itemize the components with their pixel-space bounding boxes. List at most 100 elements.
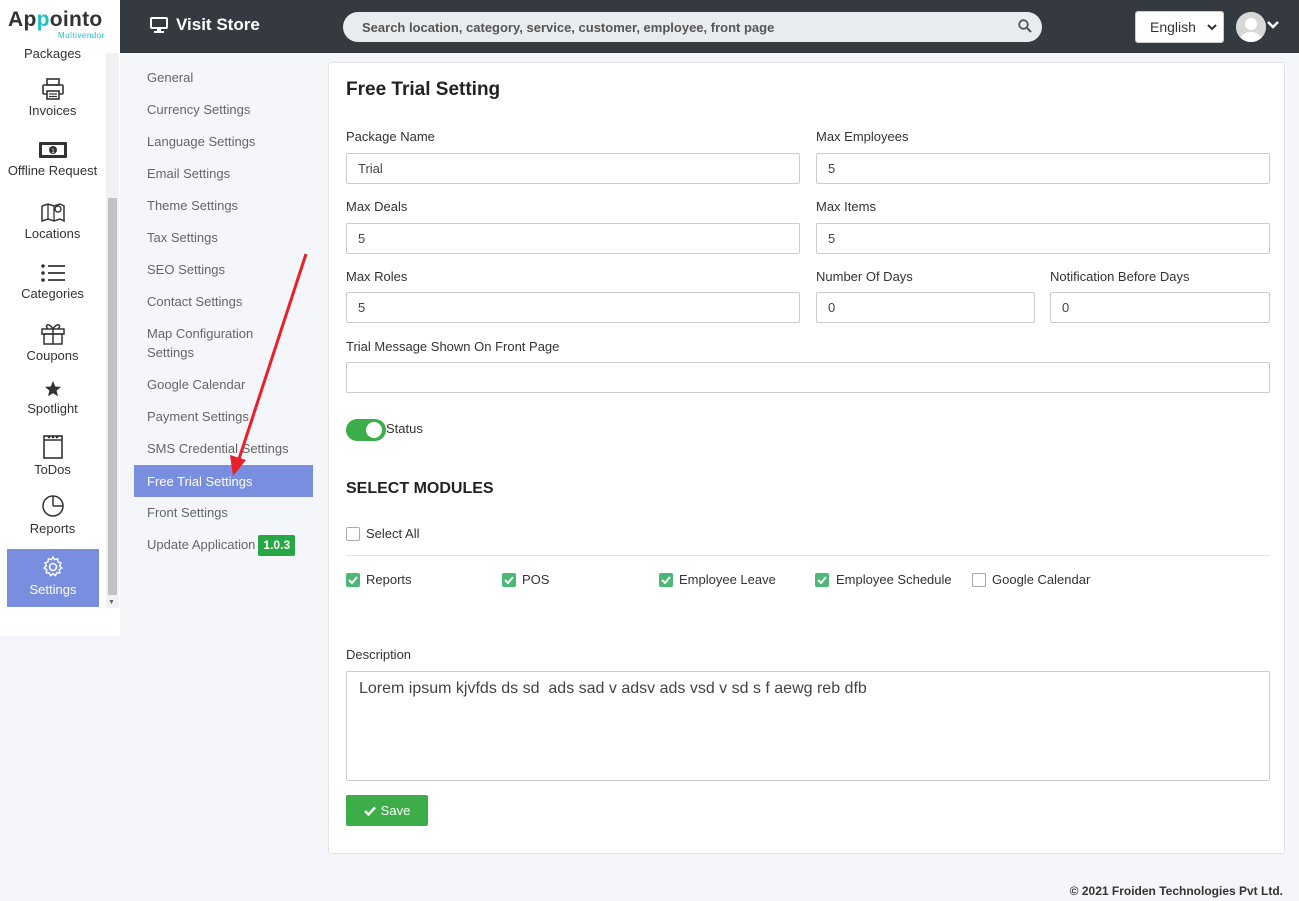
settings-menu-contact[interactable]: Contact Settings [147,292,307,311]
chevron-down-icon [1207,24,1217,31]
module-pos-checkbox[interactable] [502,573,516,587]
user-icon [1236,12,1266,42]
settings-menu-google-calendar[interactable]: Google Calendar [147,375,307,394]
language-selected: English [1150,19,1196,35]
star-icon [44,381,61,397]
max-roles-input[interactable] [346,292,800,323]
settings-menu-free-trial[interactable]: Free Trial Settings [134,465,313,497]
number-of-days-label: Number Of Days [816,269,913,284]
module-reports-checkbox[interactable] [346,573,360,587]
language-select[interactable]: English [1135,11,1224,43]
visit-store-link[interactable]: Visit Store [150,15,260,35]
monitor-icon [150,17,168,33]
module-google-calendar-label: Google Calendar [992,572,1091,587]
max-employees-input[interactable] [816,153,1270,184]
check-icon [661,576,671,585]
sidebar-item-label: Categories [21,286,84,301]
sidebar-item-reports[interactable]: Reports [0,494,105,536]
settings-menu-theme[interactable]: Theme Settings [147,196,307,215]
settings-menu-email[interactable]: Email Settings [147,164,307,183]
sidebar-item-label: Locations [24,226,81,241]
printer-icon [41,78,64,100]
max-deals-input[interactable] [346,223,800,254]
settings-menu-tax[interactable]: Tax Settings [147,228,307,247]
status-label: Status [386,421,423,436]
money-icon: 1 [38,142,67,158]
version-badge: 1.0.3 [258,535,296,556]
settings-menu-update-label: Update Application [147,537,256,552]
footer-copyright: © 2021 Froiden Technologies Pvt Ltd. [1069,884,1283,898]
select-all-checkbox[interactable] [346,527,360,541]
sidebar-item-label: Coupons [26,348,79,363]
scroll-down-arrow-icon[interactable]: ▼ [108,599,115,606]
module-reports-label: Reports [366,572,412,587]
top-navbar: Appointo Multivendor Visit Store English [0,0,1299,53]
sidebar-item-label: Settings [29,582,77,597]
main-sidebar: Packages Invoices 1 Offline Request Loca… [0,46,120,636]
sidebar-item-label: Invoices [28,103,77,118]
status-toggle[interactable] [346,419,386,441]
search-input[interactable] [343,12,1042,42]
sidebar-item-label: Offline Request [7,163,98,178]
select-modules-title: SELECT MODULES [346,480,494,497]
max-items-input[interactable] [816,223,1270,254]
list-icon [40,264,65,282]
package-name-label: Package Name [346,129,435,144]
notification-before-days-input[interactable] [1050,292,1270,323]
gift-icon [40,324,65,345]
module-pos-label: POS [522,572,550,587]
sidebar-item-label: Spotlight [27,401,78,416]
page-title: Free Trial Setting [346,79,501,100]
chevron-down-icon[interactable] [1267,20,1279,30]
module-employee-leave-checkbox[interactable] [659,573,673,587]
save-button-label: Save [380,803,411,818]
sidebar-scrollbar-thumb[interactable] [108,198,117,595]
description-textarea[interactable]: Lorem ipsum kjvfds ds sd ads sad v adsv … [346,671,1270,781]
sidebar-item-invoices[interactable]: Invoices [0,78,105,118]
sidebar-item-locations[interactable]: Locations [0,201,105,241]
module-employee-schedule-label: Employee Schedule [836,572,952,587]
settings-menu-language[interactable]: Language Settings [147,132,307,151]
settings-menu-general[interactable]: General [147,68,307,87]
settings-menu-map-configuration[interactable]: Map Configuration Settings [147,324,272,362]
module-employee-schedule-checkbox[interactable] [815,573,829,587]
sidebar-item-categories[interactable]: Categories [0,263,105,301]
search-icon[interactable] [1018,19,1032,33]
user-avatar[interactable] [1236,12,1266,42]
sidebar-item-coupons[interactable]: Coupons [0,321,105,363]
trial-message-input[interactable] [346,362,1270,393]
max-employees-label: Max Employees [816,129,909,144]
check-icon [348,576,358,585]
notification-before-days-label: Notification Before Days [1050,269,1190,284]
save-button[interactable]: Save [346,795,428,826]
module-google-calendar-checkbox[interactable] [972,573,986,587]
search-bar [343,12,1042,42]
settings-menu-payment[interactable]: Payment Settings [147,407,307,426]
max-items-label: Max Items [816,199,876,214]
trial-message-label: Trial Message Shown On Front Page [346,339,560,354]
sidebar-item-offline-request[interactable]: 1 Offline Request [0,140,105,178]
settings-menu-currency[interactable]: Currency Settings [147,100,307,119]
number-of-days-input[interactable] [816,292,1035,323]
sidebar-item-label: Reports [29,521,76,536]
settings-menu-update-application[interactable]: Update Application 1.0.3 [147,535,307,556]
free-trial-setting-card: Free Trial Setting Package Name Max Empl… [328,62,1285,854]
visit-store-label: Visit Store [176,15,260,34]
settings-menu-front[interactable]: Front Settings [147,503,307,522]
select-all-label: Select All [366,526,420,541]
notepad-icon [42,435,63,459]
settings-menu-sms-credential[interactable]: SMS Credential Settings [147,439,307,458]
sidebar-item-todos[interactable]: ToDos [0,433,105,477]
map-icon [40,203,65,223]
module-employee-leave-label: Employee Leave [679,572,776,587]
gear-icon [43,555,63,577]
description-label: Description [346,647,412,662]
package-name-input[interactable] [346,153,800,184]
sidebar-item-label: ToDos [34,462,71,477]
sidebar-item-spotlight[interactable]: Spotlight [0,380,105,416]
brand-name: Appointo [8,8,103,31]
sidebar-item-settings[interactable]: Settings [7,549,99,607]
sidebar-item-label: Packages [23,46,82,61]
sidebar-item-packages[interactable]: Packages [0,46,105,61]
settings-menu-seo[interactable]: SEO Settings [147,260,307,279]
